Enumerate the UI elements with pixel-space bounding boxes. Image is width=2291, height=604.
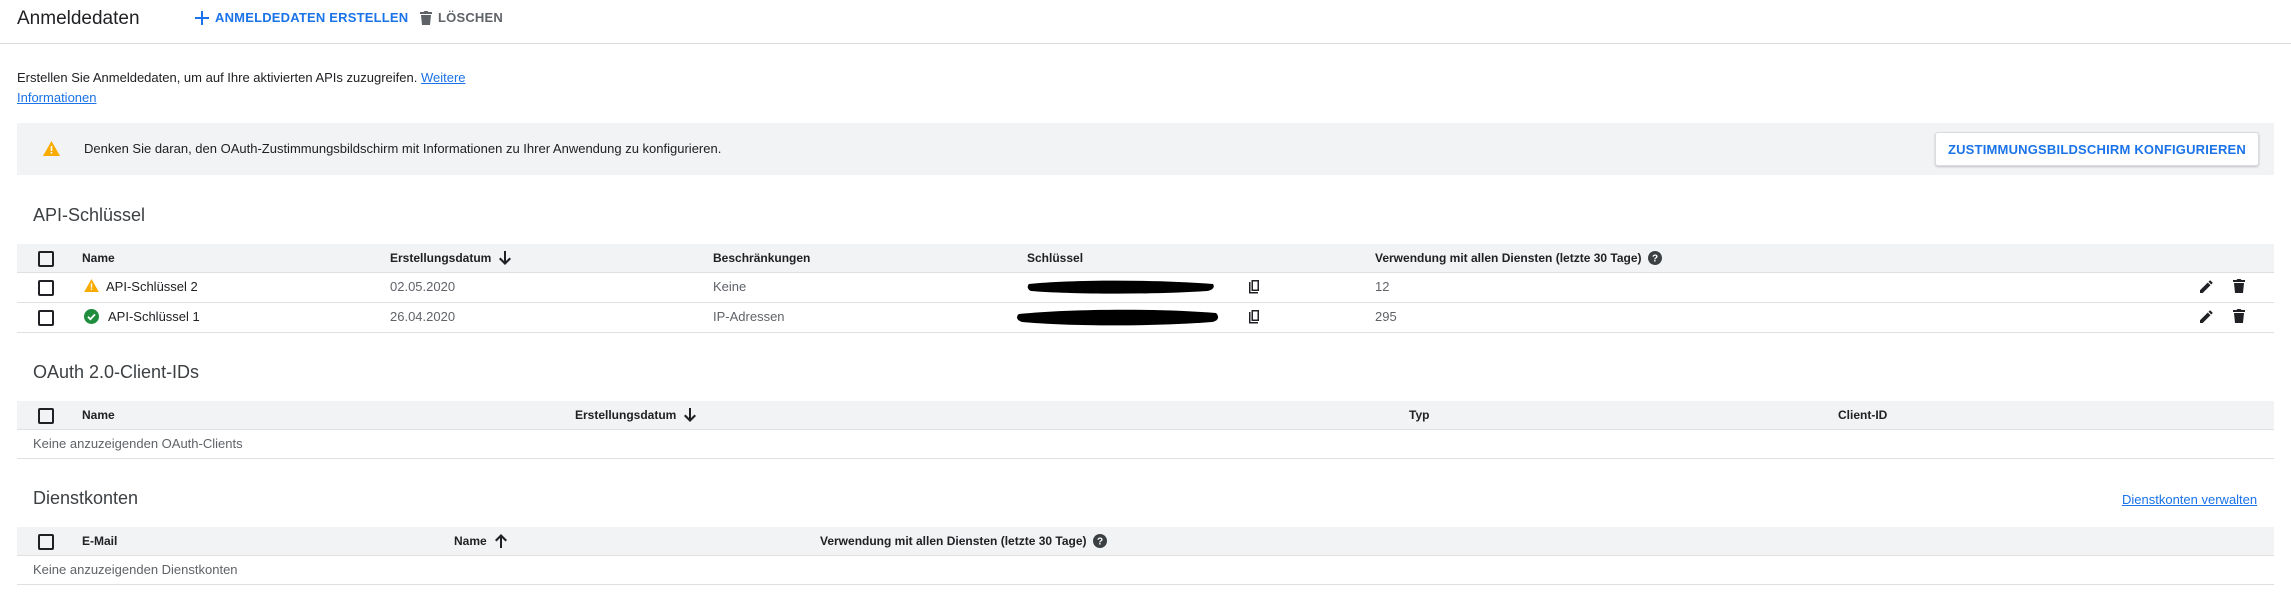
plus-icon [195, 10, 209, 25]
arrow-down-icon [684, 408, 697, 422]
column-created-label: Erstellungsdatum [575, 408, 677, 422]
select-all-api-keys-checkbox[interactable] [38, 251, 54, 267]
column-restrictions: Beschränkungen [713, 251, 811, 265]
row-divider [17, 429, 2274, 430]
column-usage-label: Verwendung mit allen Diensten (letzte 30… [820, 534, 1087, 548]
row-divider [17, 555, 2274, 556]
api-key-name[interactable]: API-Schlüssel 2 [106, 279, 198, 294]
oauth-header-row [17, 401, 2274, 429]
copy-icon[interactable] [1248, 280, 1260, 294]
help-icon[interactable]: ? [1092, 534, 1107, 548]
banner-message: Denken Sie daran, den OAuth-Zustimmungsb… [84, 141, 722, 156]
trash-icon[interactable] [2233, 279, 2245, 293]
svg-text:?: ? [1096, 537, 1102, 548]
row-divider [17, 584, 2274, 585]
row-divider [17, 302, 2274, 303]
page-title: Anmeldedaten [17, 8, 140, 29]
warning-icon [84, 279, 99, 292]
help-icon[interactable]: ? [1647, 251, 1662, 265]
column-usage: Verwendung mit allen Diensten (letzte 30… [820, 534, 1107, 548]
row-divider [17, 458, 2274, 459]
delete-button[interactable]: LÖSCHEN [420, 10, 503, 25]
oauth-empty-message: Keine anzuzeigenden OAuth-Clients [33, 436, 243, 451]
edit-icon[interactable] [2200, 280, 2213, 293]
column-usage-label: Verwendung mit allen Diensten (letzte 30… [1375, 251, 1642, 265]
intro-description: Erstellen Sie Anmeldedaten, um auf Ihre … [17, 70, 421, 85]
column-created[interactable]: Erstellungsdatum [390, 251, 512, 265]
select-all-service-accounts-checkbox[interactable] [38, 534, 54, 550]
create-credentials-label: ANMELDEDATEN ERSTELLEN [215, 10, 409, 25]
column-name[interactable]: Name [454, 534, 507, 548]
api-key-date: 26.04.2020 [390, 309, 456, 324]
arrow-down-icon [499, 251, 512, 265]
redacted-key-value [1027, 278, 1217, 296]
api-key-row-checkbox[interactable] [38, 280, 54, 296]
api-keys-header-row [17, 244, 2274, 272]
trash-icon [420, 10, 432, 25]
row-divider [17, 332, 2274, 333]
service-accounts-empty-message: Keine anzuzeigenden Dienstkonten [33, 562, 238, 577]
manage-service-accounts-link[interactable]: Dienstkonten verwalten [2122, 492, 2257, 507]
select-all-oauth-checkbox[interactable] [38, 408, 54, 424]
api-keys-title: API-Schlüssel [33, 205, 146, 225]
column-key: Schlüssel [1027, 251, 1084, 265]
edit-icon[interactable] [2200, 310, 2213, 323]
oauth-title: OAuth 2.0-Client-IDs [33, 362, 200, 382]
api-key-row-checkbox[interactable] [38, 310, 54, 326]
api-key-restriction: Keine [713, 279, 747, 294]
column-created-label: Erstellungsdatum [390, 251, 492, 265]
oauth-consent-banner: Denken Sie daran, den OAuth-Zustimmungsb… [17, 123, 2274, 175]
check-circle-icon [84, 309, 99, 324]
svg-text:?: ? [1651, 254, 1657, 265]
api-key-date: 02.05.2020 [390, 279, 456, 294]
column-created[interactable]: Erstellungsdatum [575, 408, 697, 422]
api-key-name[interactable]: API-Schlüssel 1 [108, 309, 200, 324]
arrow-up-icon [494, 534, 507, 548]
trash-icon[interactable] [2233, 309, 2245, 323]
configure-consent-screen-button[interactable]: ZUSTIMMUNGSBILDSCHIRM KONFIGURIEREN [1934, 132, 2259, 166]
warning-icon [43, 141, 60, 156]
column-client-id: Client-ID [1838, 408, 1888, 422]
column-usage: Verwendung mit allen Diensten (letzte 30… [1375, 251, 1662, 265]
column-name[interactable]: Name [82, 251, 115, 265]
delete-label: LÖSCHEN [438, 10, 503, 25]
api-key-usage: 295 [1375, 309, 1397, 324]
copy-icon[interactable] [1248, 310, 1260, 324]
api-key-restriction: IP-Adressen [713, 309, 785, 324]
row-divider [17, 272, 2274, 273]
column-name[interactable]: Name [82, 408, 115, 422]
service-accounts-header-row [17, 527, 2274, 555]
create-credentials-button[interactable]: ANMELDEDATEN ERSTELLEN [195, 10, 408, 25]
api-key-usage: 12 [1375, 279, 1390, 294]
column-email[interactable]: E-Mail [82, 534, 117, 548]
intro-text: Erstellen Sie Anmeldedaten, um auf Ihre … [17, 68, 487, 108]
service-accounts-title: Dienstkonten [33, 488, 139, 508]
redacted-key-value [1016, 306, 1221, 328]
column-name-label: Name [454, 534, 487, 548]
column-type: Typ [1409, 408, 1430, 422]
